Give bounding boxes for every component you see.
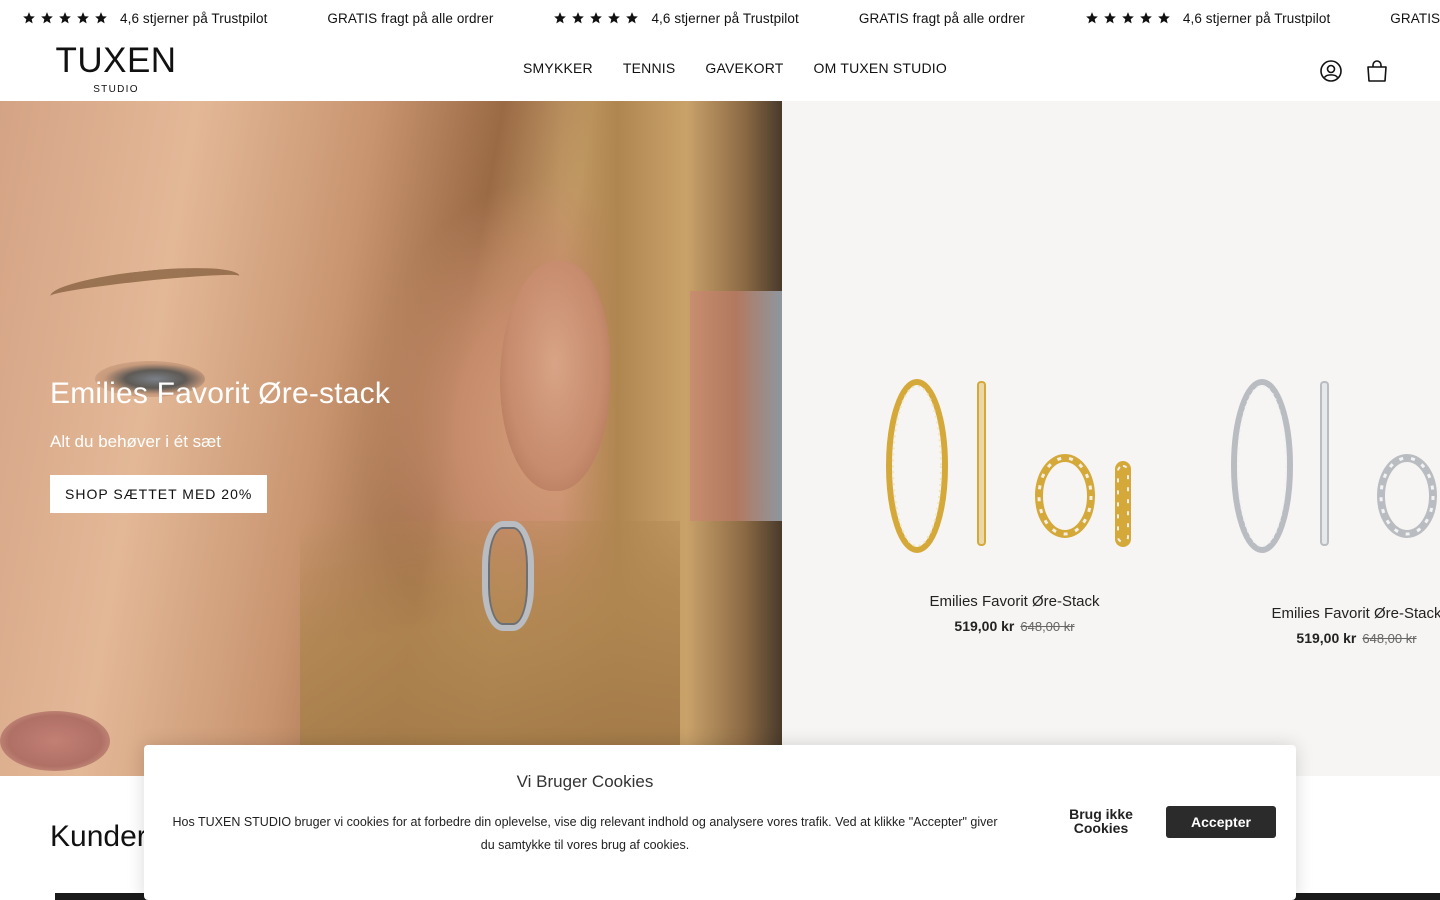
nav-item-om-tuxen-studio[interactable]: OM TUXEN STUDIO [814,60,947,76]
cookie-banner: Vi Bruger Cookies Hos TUXEN STUDIO bruge… [144,745,1296,900]
star-icon [1086,12,1098,24]
hero-title: Emilies Favorit Øre-stack [50,377,391,410]
trustpilot-rating: 4,6 stjerner på Trustpilot [553,10,799,26]
product-card-silver[interactable]: Emilies Favorit Øre-Stack 519,00 kr 648,0… [1224,605,1440,646]
site-header: TUXEN STUDIO SMYKKER TENNIS GAVEKORT OM … [0,36,1440,101]
free-shipping-note: GRATIS fragt på alle ordrer [859,11,1025,26]
sale-price: 519,00 kr [954,618,1015,634]
rating-stars [1085,11,1175,25]
star-icon [1122,12,1134,24]
announcement-text: 4,6 stjerner på Trustpilot [651,10,799,26]
product-price: 519,00 kr 648,00 kr [1224,630,1440,646]
header-icons [1298,58,1390,84]
logo-subtitle: STUDIO [93,84,139,95]
star-icon [23,12,35,24]
announcement-text: GRATIS fragt på alle ordrer [858,10,1025,26]
star-icon [554,12,567,24]
hero-subtitle: Alt du behøver i ét sæt [50,432,222,451]
announcement-text: 4,6 stjerner på Trustpilot [120,10,268,26]
star-icon [77,12,89,24]
hero-text-block: Emilies Favorit Øre-stack Alt du behøver… [50,377,390,513]
hero-image: Emilies Favorit Øre-stack Alt du behøver… [0,101,782,776]
shop-set-button[interactable]: SHOP SÆTTET MED 20% [50,475,268,513]
announcement-text: GRATIS [1390,10,1440,26]
star-icon [95,12,107,24]
original-price: 648,00 kr [1362,631,1417,646]
logo-wordmark: TUXEN [55,41,177,80]
star-icon [626,12,639,24]
review-card-edge [1290,893,1440,900]
star-icon [572,12,585,24]
cookie-title: Vi Bruger Cookies [516,772,654,791]
accept-cookies-button[interactable]: Accepter [1166,806,1276,838]
announcement-track: 4,6 stjerner på Trustpilot GRATIS fragt p… [22,0,1440,36]
hero-section: Emilies Favorit Øre-stack Alt du behøver… [0,101,1440,776]
product-price: 519,00 kr 648,00 kr [882,618,1147,634]
account-icon[interactable] [1318,58,1344,84]
free-shipping-note: GRATIS [1390,11,1440,26]
cookie-text: Hos TUXEN STUDIO bruger vi cookies for a… [172,815,998,852]
free-shipping-note: GRATIS fragt på alle ordrer [327,11,493,26]
section-title: Kunder [50,820,147,853]
hero-ear-shape [500,261,610,491]
gold-earrings-image[interactable] [877,371,1157,556]
product-showcase: Emilies Favorit Øre-Stack 519,00 kr 648,0… [782,101,1440,776]
logo[interactable]: TUXEN STUDIO [50,41,182,95]
nav-item-gavekort[interactable]: GAVEKORT [705,60,783,76]
original-price: 648,00 kr [1020,619,1075,634]
hero-lips-shape [0,711,110,771]
product-card-gold[interactable]: Emilies Favorit Øre-Stack 519,00 kr 648,0… [882,593,1147,634]
rating-stars [22,11,112,25]
announcement-text: 4,6 stjerner på Trustpilot [1182,10,1331,26]
nav-item-smykker[interactable]: SMYKKER [523,60,593,76]
hero-window-shape [690,291,782,521]
star-icon [590,12,603,24]
star-icon [608,12,621,24]
main-nav: SMYKKER TENNIS GAVEKORT OM TUXEN STUDIO [523,60,977,76]
trustpilot-rating: 4,6 stjerner på Trustpilot [1085,11,1330,26]
announcement-bar: 4,6 stjerner på Trustpilot GRATIS fragt p… [0,0,1440,36]
star-icon [1140,12,1152,24]
star-icon [1158,12,1170,24]
star-icon [59,12,71,24]
nav-item-tennis[interactable]: TENNIS [623,60,676,76]
silver-earrings-image[interactable] [1222,371,1440,556]
sale-price: 519,00 kr [1296,630,1357,646]
hero-brow-shape [48,261,242,311]
star-icon [41,12,53,24]
product-name[interactable]: Emilies Favorit Øre-Stack [1224,605,1440,622]
announcement-text: GRATIS fragt på alle ordrer [327,10,494,26]
rating-stars [553,11,643,25]
product-name[interactable]: Emilies Favorit Øre-Stack [882,593,1147,610]
decline-cookies-button[interactable]: Brug ikke Cookies [1049,807,1153,835]
hero-earring-shape [482,521,534,631]
cart-icon[interactable] [1364,58,1390,84]
star-icon [1104,12,1116,24]
trustpilot-rating: 4,6 stjerner på Trustpilot [22,11,267,26]
